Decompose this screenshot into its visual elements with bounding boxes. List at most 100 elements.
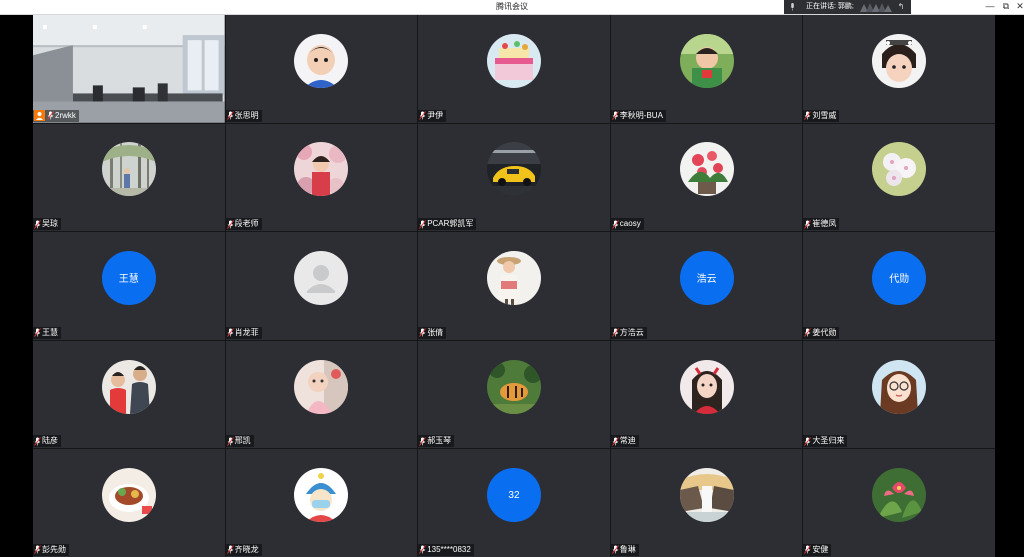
- participant-name: 姜代勋: [812, 327, 837, 337]
- participant-tile[interactable]: 32 135****0832: [418, 449, 610, 557]
- participant-tile[interactable]: 齐晓龙: [225, 449, 418, 557]
- participant-name: 肖龙菲: [234, 327, 259, 337]
- mic-muted-icon[interactable]: [226, 545, 234, 555]
- participant-nameplate: 肖龙菲: [225, 326, 262, 339]
- avatar-image: [872, 468, 927, 523]
- participant-nameplate: 135****0832: [418, 543, 474, 556]
- participant-tile[interactable]: caosy: [610, 123, 803, 232]
- participant-nameplate: 大圣归来: [803, 435, 848, 448]
- participant-tile[interactable]: 尹伊: [418, 15, 610, 123]
- mic-muted-icon[interactable]: [34, 437, 41, 446]
- mic-icon: [791, 3, 794, 11]
- participant-tile[interactable]: 张思明: [225, 15, 418, 123]
- mic-muted-icon[interactable]: [34, 545, 41, 555]
- avatar-image: [294, 359, 349, 414]
- avatar-initials: 王慧: [101, 250, 156, 305]
- participant-tile[interactable]: 安健: [803, 449, 995, 557]
- participant-tile[interactable]: 彭先勋: [33, 449, 225, 557]
- participant-name: 李秋明-BUA: [619, 110, 663, 120]
- participant-name: 尹伊: [427, 110, 444, 120]
- host-badge-icon: [34, 110, 45, 122]
- mic-muted-icon[interactable]: [611, 545, 619, 555]
- participant-tile[interactable]: PCAR郭凯军: [418, 123, 610, 232]
- avatar-image: [872, 33, 927, 88]
- participant-tile[interactable]: 代勋姜代勋: [803, 232, 995, 340]
- participant-name: 刘雪威: [812, 110, 837, 120]
- avatar-image: [486, 359, 541, 414]
- mic-muted-icon[interactable]: [226, 328, 234, 338]
- participant-nameplate: 邢凯: [225, 435, 254, 448]
- mic-muted-icon[interactable]: [804, 437, 812, 446]
- mic-muted-icon[interactable]: [611, 219, 619, 229]
- avatar-image: [486, 33, 541, 88]
- mic-muted-icon[interactable]: [804, 111, 812, 120]
- participant-nameplate: 方浩云: [610, 326, 647, 339]
- mic-muted-icon[interactable]: [611, 111, 619, 120]
- participant-nameplate: 王慧: [33, 326, 61, 339]
- participant-tile[interactable]: 张倩: [418, 232, 610, 340]
- mic-muted-icon[interactable]: [804, 328, 812, 338]
- participant-tile[interactable]: 鲁琳: [610, 449, 803, 557]
- participant-tile[interactable]: 2rwkk: [33, 15, 225, 123]
- mic-muted-icon[interactable]: [419, 219, 427, 229]
- avatar-initials: 32: [486, 468, 541, 523]
- avatar-image: [679, 142, 734, 197]
- mic-muted-icon[interactable]: [419, 545, 427, 555]
- avatar-image: [486, 250, 541, 305]
- participant-nameplate: 2rwkk: [33, 109, 79, 122]
- mic-muted-icon[interactable]: [47, 111, 54, 120]
- participant-nameplate: 李秋明-BUA: [610, 109, 666, 122]
- avatar-initials: 浩云: [679, 250, 734, 305]
- participant-tile[interactable]: 崔德凤: [803, 123, 995, 232]
- participant-tile[interactable]: 肖龙菲: [225, 232, 418, 340]
- avatar-image: [294, 33, 349, 88]
- avatar-image: [101, 468, 156, 523]
- participant-name: caosy: [619, 219, 641, 229]
- mic-muted-icon[interactable]: [34, 219, 41, 229]
- avatar-image: [679, 359, 734, 414]
- participant-name: 彭先勋: [42, 544, 66, 554]
- minimize-button[interactable]: —: [982, 0, 998, 14]
- mic-muted-icon[interactable]: [419, 437, 427, 446]
- participant-nameplate: 鲁琳: [610, 543, 639, 556]
- participant-tile[interactable]: 段老师: [225, 123, 418, 232]
- participant-tile[interactable]: 大圣归来: [803, 340, 995, 449]
- participant-nameplate: 常迪: [610, 435, 639, 448]
- speaking-label: 正在讲话: 郭鹏;: [806, 3, 854, 10]
- participant-name: 崔德凤: [812, 219, 837, 229]
- mic-muted-icon[interactable]: [611, 328, 619, 338]
- participant-name: 张思明: [234, 110, 259, 120]
- mic-muted-icon[interactable]: [226, 437, 234, 446]
- participant-nameplate: 尹伊: [418, 109, 447, 122]
- mic-muted-icon[interactable]: [34, 328, 41, 338]
- participant-nameplate: 郝玉琴: [418, 435, 455, 448]
- mic-muted-icon[interactable]: [611, 437, 619, 446]
- participant-name: 2rwkk: [55, 110, 76, 120]
- avatar-initials: 代勋: [872, 250, 927, 305]
- participant-name: 常迪: [619, 436, 636, 446]
- mic-muted-icon[interactable]: [419, 111, 427, 120]
- mic-muted-icon[interactable]: [419, 328, 427, 338]
- participant-tile[interactable]: 邢凯: [225, 340, 418, 449]
- mic-muted-icon[interactable]: [226, 111, 234, 120]
- participant-name: 邢凯: [234, 436, 251, 446]
- participant-tile[interactable]: 陆彦: [33, 340, 225, 449]
- avatar-image: [679, 468, 734, 523]
- participant-grid: 2rwkk 张思明 尹伊 李秋明-BUA 刘雪威吴琼 段老师 PCAR郭凯军 caosy 崔德凤…: [33, 15, 995, 557]
- participant-tile[interactable]: 浩云方浩云: [610, 232, 803, 340]
- participant-tile[interactable]: 刘雪威: [803, 15, 995, 123]
- participant-tile[interactable]: 常迪: [610, 340, 803, 449]
- avatar-image: [679, 33, 734, 88]
- participant-tile[interactable]: 郝玉琴: [418, 340, 610, 449]
- avatar-image: [101, 142, 156, 197]
- mic-muted-icon[interactable]: [804, 545, 812, 555]
- participant-name: PCAR郭凯军: [427, 219, 474, 229]
- back-icon[interactable]: ↰: [891, 0, 911, 14]
- participant-name: 段老师: [234, 219, 259, 229]
- mic-muted-icon[interactable]: [804, 219, 812, 229]
- participant-tile[interactable]: 吴琼: [33, 123, 225, 232]
- participant-tile[interactable]: 李秋明-BUA: [610, 15, 803, 123]
- mic-muted-icon[interactable]: [226, 219, 234, 229]
- participant-tile[interactable]: 王慧 王慧: [33, 232, 225, 340]
- close-button[interactable]: ✕: [1012, 0, 1024, 14]
